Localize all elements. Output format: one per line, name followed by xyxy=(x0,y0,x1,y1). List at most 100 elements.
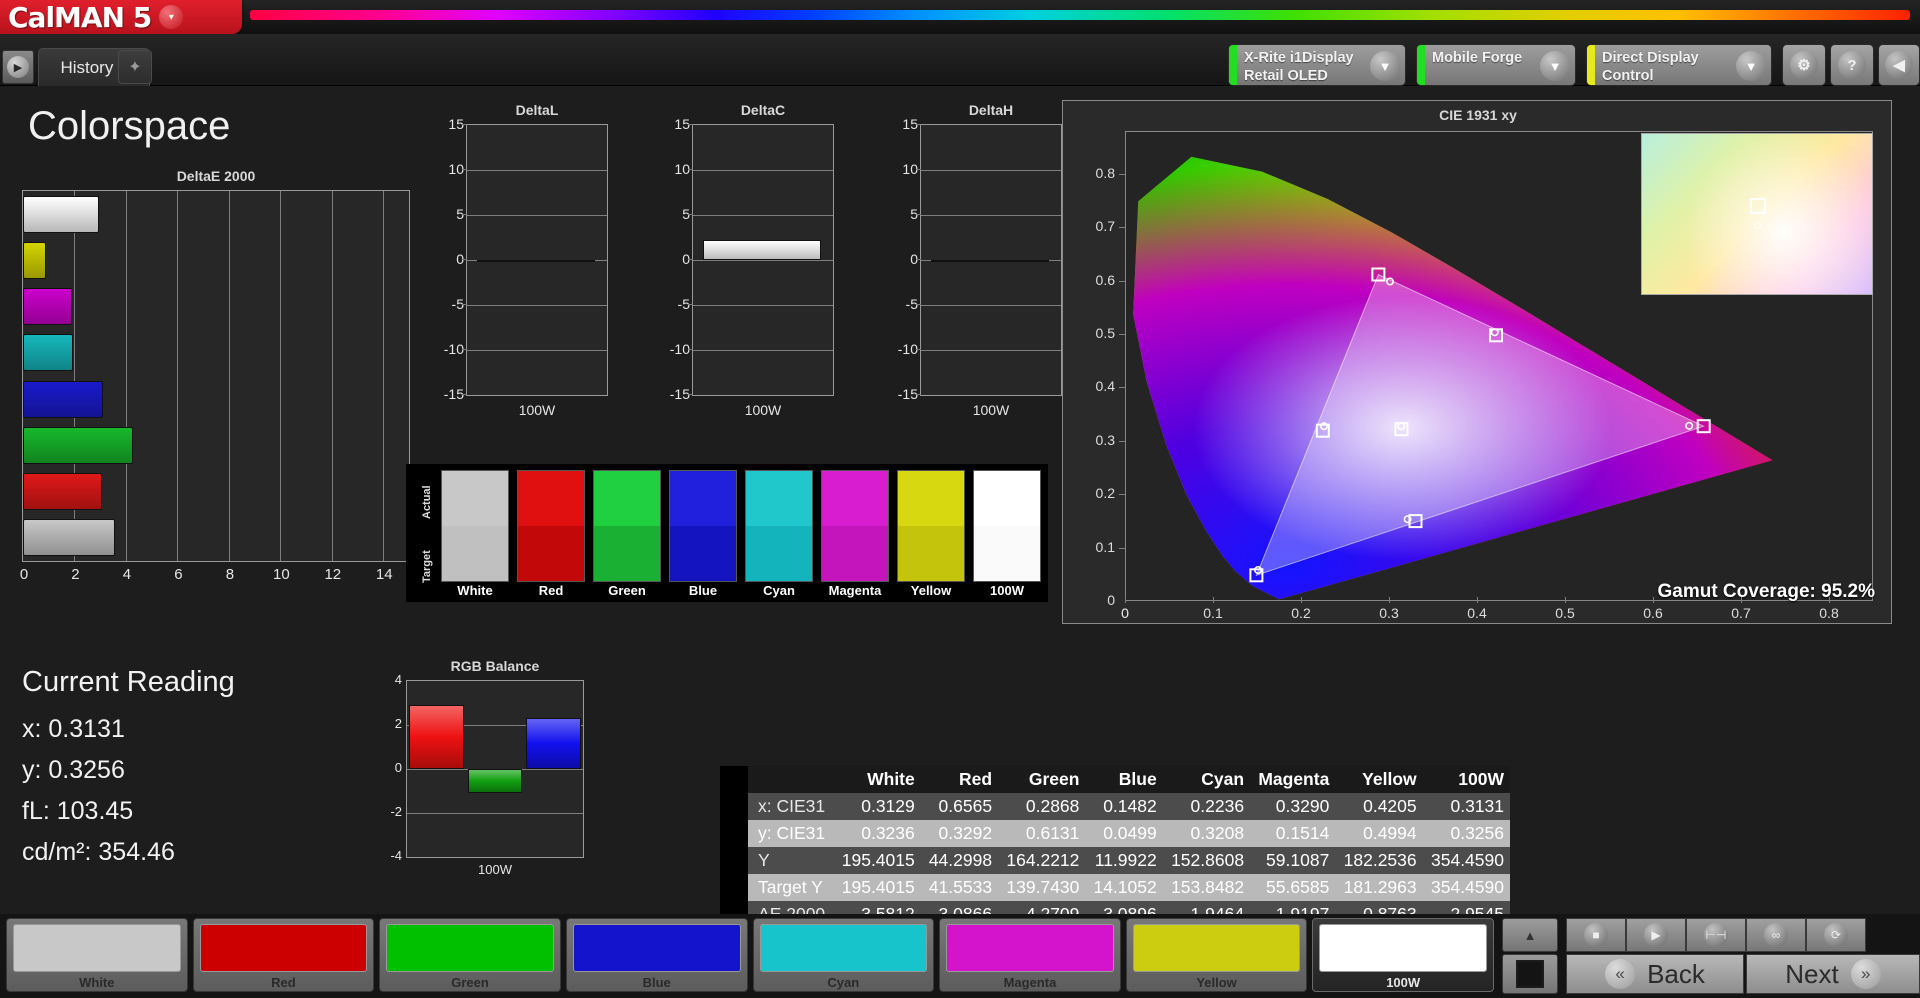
chart-rgb-ytick: 0 xyxy=(376,760,402,775)
chart-gridline xyxy=(467,215,607,216)
patch-button-red[interactable]: Red xyxy=(193,918,375,992)
chart-deltah-xlabel: 100W xyxy=(920,402,1062,418)
chart-deltae2000-title: DeltaE 2000 xyxy=(22,168,410,184)
cie-xtick-mark xyxy=(1125,597,1126,603)
patch-button-label: Magenta xyxy=(1004,975,1057,990)
patch-button-cyan[interactable]: Cyan xyxy=(753,918,935,992)
cie-xtick-mark xyxy=(1477,597,1478,603)
chart-rgb-balance-xlabel: 100W xyxy=(406,862,584,877)
table-column-header: Cyan xyxy=(1163,766,1250,793)
chart-ytick: 10 xyxy=(428,161,464,177)
display-control-selector[interactable]: Direct Display Control ▼ xyxy=(1586,44,1772,86)
chevron-double-left-icon: « xyxy=(1605,959,1635,989)
table-cell: 182.2536 xyxy=(1335,847,1422,874)
patch-scroll-up-button[interactable]: ▲ xyxy=(1502,918,1558,952)
patch-button-yellow[interactable]: Yellow xyxy=(1126,918,1308,992)
chart-ytick: -5 xyxy=(428,296,464,312)
collapse-panel-button[interactable]: ◀ xyxy=(1878,44,1920,86)
current-reading-panel: Current Reading x: 0.3131 y: 0.3256 fL: … xyxy=(22,666,372,873)
loop-button[interactable]: ∞ xyxy=(1746,918,1806,952)
add-tab-button[interactable]: ✦ xyxy=(118,50,152,84)
cie-xtick-mark xyxy=(1829,597,1830,603)
chart-deltae2000-xtick: 10 xyxy=(270,566,292,583)
chart-deltac-plot xyxy=(692,124,834,396)
table-cell: 164.2212 xyxy=(998,847,1085,874)
chart-deltae2000-gridline xyxy=(332,191,333,561)
play-arrow-icon: ▶ xyxy=(7,56,29,78)
table-cell: 195.4015 xyxy=(833,874,920,901)
table-cell: 0.3131 xyxy=(1423,793,1510,820)
chevron-up-icon: ▲ xyxy=(1524,928,1537,943)
chart-deltae2000-bar xyxy=(23,288,72,325)
patch-button-label: Yellow xyxy=(1196,975,1236,990)
cie-xtick: 0.8 xyxy=(1815,605,1843,621)
calman-logo[interactable]: CalMAN 5 ▾ xyxy=(0,0,242,34)
table-cell: 354.4590 xyxy=(1423,847,1510,874)
patch-button-green[interactable]: Green xyxy=(379,918,561,992)
chart-ytick-mark xyxy=(916,214,921,215)
chart-deltae2000-plot xyxy=(22,190,410,562)
cie-detail-swatch xyxy=(1641,133,1873,295)
cie-xtick: 0.1 xyxy=(1199,605,1227,621)
meter-label: X-Rite i1Display Retail OLED xyxy=(1237,45,1370,85)
chevron-down-icon[interactable]: ▼ xyxy=(1540,51,1570,81)
play-button[interactable]: ▶ xyxy=(1626,918,1686,952)
stop-measure-button[interactable] xyxy=(1502,954,1558,994)
patch-button-label: 100W xyxy=(1386,975,1420,990)
refresh-button[interactable]: ⟳ xyxy=(1806,918,1866,952)
chart-gridline xyxy=(921,215,1061,216)
brand-caret-icon[interactable]: ▾ xyxy=(159,5,183,29)
chevron-down-icon[interactable]: ▼ xyxy=(1370,51,1400,81)
chart-deltac-xlabel: 100W xyxy=(692,402,834,418)
calman-window: CalMAN 5 ▾ ▶ History 1 ✦ X-Rite i1Displa… xyxy=(0,0,1920,998)
patch-button-label: Green xyxy=(451,975,489,990)
help-button[interactable]: ? xyxy=(1830,44,1874,86)
table-cell: 59.1087 xyxy=(1250,847,1335,874)
source-status-led xyxy=(1417,45,1425,85)
cie-ytick-mark xyxy=(1119,494,1125,495)
table-cell: 139.7430 xyxy=(998,874,1085,901)
cie-detail-target-marker xyxy=(1754,222,1761,229)
chart-deltal-xlabel: 100W xyxy=(466,402,608,418)
patch-button-blue[interactable]: Blue xyxy=(566,918,748,992)
table-column-header: White xyxy=(833,766,920,793)
chart-deltae2000-bar xyxy=(23,519,115,556)
play-icon: ▶ xyxy=(1644,923,1668,947)
title-bar: CalMAN 5 ▾ xyxy=(0,0,1920,34)
patch-swatch xyxy=(13,924,181,972)
swatch-label: Blue xyxy=(667,583,739,598)
chart-ytick-mark xyxy=(688,259,693,260)
table-cell: 354.4590 xyxy=(1423,874,1510,901)
table-row: x: CIE310.31290.65650.28680.14820.22360.… xyxy=(720,793,1510,820)
meter-selector[interactable]: X-Rite i1Display Retail OLED ▼ xyxy=(1228,44,1406,86)
patch-button-white[interactable]: White xyxy=(6,918,188,992)
patch-swatch xyxy=(1319,924,1487,972)
chart-rgb-gridline xyxy=(407,813,583,814)
cie-xtick-mark xyxy=(1741,597,1742,603)
table-cell: 0.2868 xyxy=(998,793,1085,820)
next-button[interactable]: Next » xyxy=(1746,954,1920,994)
chart-ytick-mark xyxy=(688,394,693,395)
table-cell: 0.4994 xyxy=(1335,820,1422,847)
stop-button[interactable]: ■ xyxy=(1566,918,1626,952)
patch-button-magenta[interactable]: Magenta xyxy=(939,918,1121,992)
workflow-next-button[interactable]: ▶ xyxy=(2,50,34,84)
back-button[interactable]: « Back xyxy=(1566,954,1744,994)
table-row-label: Target Y xyxy=(748,874,833,901)
table-row-label: Y xyxy=(748,847,833,874)
patch-button-100w[interactable]: 100W xyxy=(1312,918,1494,992)
chevron-down-icon[interactable]: ▼ xyxy=(1736,51,1766,81)
range-button[interactable]: ⊢⊣ xyxy=(1686,918,1746,952)
chart-deltae2000-xtick: 2 xyxy=(64,566,86,583)
settings-button[interactable]: ⚙ xyxy=(1782,44,1826,86)
chart-ytick-mark xyxy=(916,304,921,305)
patch-swatch xyxy=(573,924,741,972)
source-selector[interactable]: Mobile Forge ▼ xyxy=(1416,44,1576,86)
patch-button-label: Blue xyxy=(643,975,671,990)
cie-ytick: 0.2 xyxy=(1071,485,1115,501)
chart-deltae2000: DeltaE 2000 02468101214 xyxy=(22,168,410,598)
chart-ytick: -5 xyxy=(882,296,918,312)
chart-gridline xyxy=(467,305,607,306)
table-row: y: CIE310.32360.32920.61310.04990.32080.… xyxy=(720,820,1510,847)
table-cell: 181.2963 xyxy=(1335,874,1422,901)
